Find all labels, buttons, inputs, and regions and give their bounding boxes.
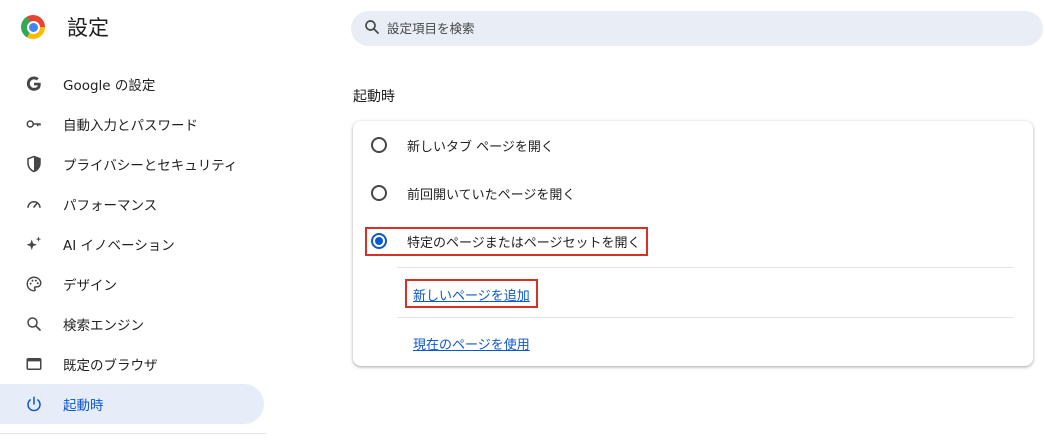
sidebar-divider — [0, 433, 266, 434]
sidebar-item-label: プライバシーとセキュリティ — [63, 158, 238, 174]
browser-window-icon — [24, 354, 44, 374]
search-icon — [363, 18, 381, 40]
section-title: 起動時 — [353, 89, 395, 105]
sidebar-item-autofill[interactable]: 自動入力とパスワード — [0, 104, 264, 144]
sidebar-item-default-browser[interactable]: 既定のブラウザ — [0, 344, 264, 384]
google-g-icon — [24, 74, 44, 94]
sidebar-item-appearance[interactable]: デザイン — [0, 264, 264, 304]
sparkle-icon — [24, 234, 44, 254]
sidebar-item-label: パフォーマンス — [63, 198, 158, 214]
highlight-box — [405, 279, 538, 308]
startup-options-card: 新しいタブ ページを開く 前回開いていたページを開く 特定のページまたはページセ… — [353, 121, 1033, 366]
sidebar-item-privacy[interactable]: プライバシーとセキュリティ — [0, 144, 264, 184]
palette-icon — [24, 274, 44, 294]
sidebar-item-label: デザイン — [63, 278, 117, 294]
shield-icon — [24, 154, 44, 174]
search-icon — [24, 314, 44, 334]
search-bar[interactable] — [351, 11, 1043, 46]
power-icon — [24, 394, 44, 414]
radio-button[interactable] — [371, 185, 387, 201]
sidebar-item-label: 検索エンジン — [63, 318, 144, 334]
radio-button[interactable] — [371, 137, 387, 153]
sidebar-item-search-engine[interactable]: 検索エンジン — [0, 304, 264, 344]
divider — [397, 317, 1013, 318]
sidebar-item-google[interactable]: Google の設定 — [0, 64, 264, 104]
option-new-tab[interactable]: 新しいタブ ページを開く — [371, 132, 554, 158]
page-title: 設定 — [67, 16, 109, 40]
chrome-logo-icon — [21, 15, 45, 39]
sidebar-item-label: AI イノベーション — [63, 238, 175, 254]
sidebar-item-label: Google の設定 — [63, 78, 156, 94]
option-label: 新しいタブ ページを開く — [407, 139, 554, 155]
sidebar-item-performance[interactable]: パフォーマンス — [0, 184, 264, 224]
divider — [397, 267, 1013, 268]
speedometer-icon — [24, 194, 44, 214]
sidebar: Google の設定 自動入力とパスワード プライバシーとセキュリティ パフォー… — [0, 64, 266, 424]
key-icon — [24, 114, 44, 134]
sidebar-item-label: 既定のブラウザ — [63, 358, 158, 374]
option-label: 前回開いていたページを開く — [407, 187, 576, 203]
sidebar-item-ai[interactable]: AI イノベーション — [0, 224, 264, 264]
sidebar-item-on-startup[interactable]: 起動時 — [0, 384, 264, 424]
sidebar-item-label: 自動入力とパスワード — [63, 118, 198, 134]
highlight-box — [365, 227, 648, 256]
settings-window: 設定 Google の設定 自動入力とパスワード プライバシーとセキュリティ — [0, 0, 1045, 440]
option-continue[interactable]: 前回開いていたページを開く — [371, 180, 575, 206]
search-input[interactable] — [387, 21, 987, 36]
sidebar-item-label: 起動時 — [63, 398, 104, 414]
use-current-pages-link[interactable]: 現在のページを使用 — [413, 334, 530, 353]
